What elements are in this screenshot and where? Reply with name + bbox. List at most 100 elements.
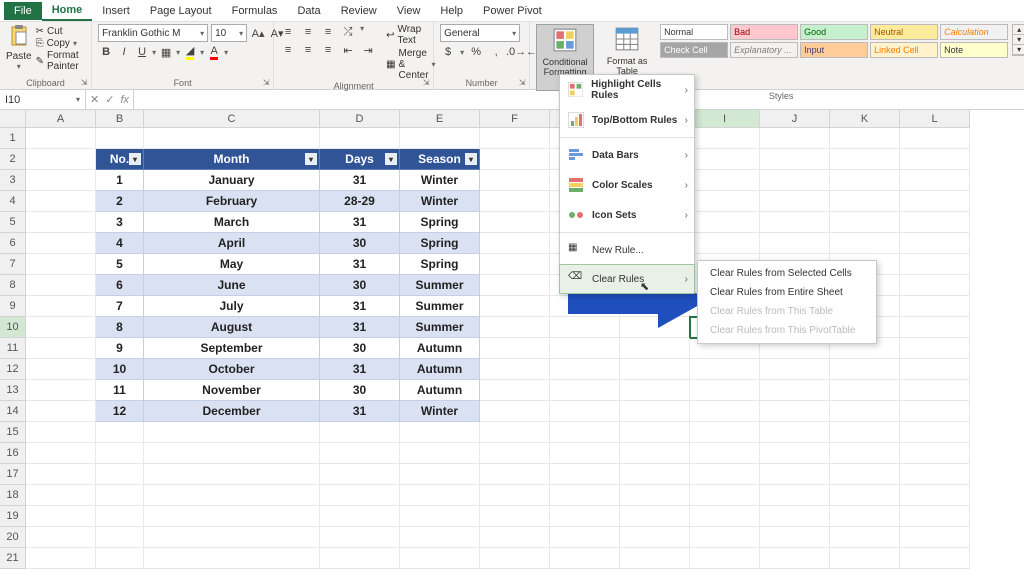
col-header-B[interactable]: B [96, 110, 144, 128]
cell[interactable] [690, 548, 760, 569]
cell[interactable] [96, 422, 144, 443]
row-header-21[interactable]: 21 [0, 548, 26, 569]
cell[interactable]: 6 [96, 275, 144, 296]
cell[interactable]: 31 [320, 170, 400, 191]
cell[interactable]: Autumn [400, 359, 480, 380]
cell[interactable] [620, 380, 690, 401]
cell[interactable] [690, 233, 760, 254]
cell[interactable]: 31 [320, 296, 400, 317]
cell[interactable] [480, 464, 550, 485]
tab-data[interactable]: Data [287, 2, 330, 20]
row-header-13[interactable]: 13 [0, 380, 26, 401]
cell[interactable]: February [144, 191, 320, 212]
cell[interactable] [400, 464, 480, 485]
style-good[interactable]: Good [800, 24, 868, 40]
cell[interactable] [760, 485, 830, 506]
cell[interactable] [690, 212, 760, 233]
row-header-4[interactable]: 4 [0, 191, 26, 212]
name-box[interactable]: I10▾ [0, 90, 86, 109]
row-header-10[interactable]: 10 [0, 317, 26, 338]
cell[interactable] [320, 422, 400, 443]
col-header-I[interactable]: I [690, 110, 760, 128]
cell[interactable]: 28-29 [320, 191, 400, 212]
copy-button[interactable]: ⎘Copy▾ [36, 38, 86, 49]
cell[interactable] [900, 296, 970, 317]
cell[interactable] [480, 191, 550, 212]
cell[interactable] [320, 464, 400, 485]
cell[interactable] [900, 527, 970, 548]
menu-top-bottom-rules[interactable]: Top/Bottom Rules [560, 105, 694, 135]
cell[interactable] [320, 506, 400, 527]
cell[interactable]: 5 [96, 254, 144, 275]
tab-formulas[interactable]: Formulas [222, 2, 288, 20]
cell[interactable] [900, 254, 970, 275]
cell[interactable]: 2 [96, 191, 144, 212]
cell[interactable] [320, 548, 400, 569]
cell[interactable]: 31 [320, 212, 400, 233]
cell[interactable]: December [144, 401, 320, 422]
cell[interactable] [320, 527, 400, 548]
cell[interactable]: 11 [96, 380, 144, 401]
cell[interactable] [26, 359, 96, 380]
underline-button[interactable]: U [134, 44, 150, 60]
bold-button[interactable]: B [98, 44, 114, 60]
cell[interactable] [830, 443, 900, 464]
font-size-select[interactable]: 10▾ [211, 24, 247, 42]
cell[interactable] [550, 401, 620, 422]
cell[interactable] [480, 338, 550, 359]
cell[interactable] [900, 548, 970, 569]
cell[interactable]: 30 [320, 338, 400, 359]
row-header-15[interactable]: 15 [0, 422, 26, 443]
cell[interactable]: 31 [320, 317, 400, 338]
cell[interactable] [26, 380, 96, 401]
cell[interactable] [550, 422, 620, 443]
cell[interactable]: Winter [400, 401, 480, 422]
cell[interactable] [96, 548, 144, 569]
cell[interactable] [830, 380, 900, 401]
cell[interactable] [760, 233, 830, 254]
tab-home[interactable]: Home [42, 1, 93, 21]
cell[interactable]: Spring [400, 254, 480, 275]
cell[interactable]: 30 [320, 275, 400, 296]
cell[interactable] [900, 170, 970, 191]
col-header-E[interactable]: E [400, 110, 480, 128]
cell[interactable]: 30 [320, 380, 400, 401]
cell[interactable] [690, 359, 760, 380]
style-explanatory[interactable]: Explanatory ... [730, 42, 798, 58]
cell[interactable] [26, 233, 96, 254]
cell[interactable] [830, 233, 900, 254]
cell[interactable]: Month▾ [144, 149, 320, 170]
cell[interactable] [26, 170, 96, 191]
cell[interactable] [400, 527, 480, 548]
cell[interactable] [760, 527, 830, 548]
cell[interactable] [400, 422, 480, 443]
cell[interactable] [144, 464, 320, 485]
cell[interactable]: 31 [320, 359, 400, 380]
cell[interactable] [550, 338, 620, 359]
cell[interactable] [760, 548, 830, 569]
style-input[interactable]: Input [800, 42, 868, 58]
align-right-button[interactable]: ≡ [320, 42, 336, 58]
fx-icon[interactable]: fx [120, 94, 129, 106]
style-check-cell[interactable]: Check Cell [660, 42, 728, 58]
cell[interactable] [900, 149, 970, 170]
cell[interactable] [480, 401, 550, 422]
cell[interactable] [320, 443, 400, 464]
cell[interactable] [900, 485, 970, 506]
decrease-indent-button[interactable]: ⇤ [340, 42, 356, 58]
increase-indent-button[interactable]: ⇥ [360, 42, 376, 58]
clear-entire-sheet[interactable]: Clear Rules from Entire Sheet [698, 283, 876, 302]
paste-button[interactable]: Paste ▾ [6, 24, 32, 71]
select-all-corner[interactable] [0, 110, 26, 128]
cell[interactable] [830, 128, 900, 149]
cell[interactable] [400, 548, 480, 569]
italic-button[interactable]: I [116, 44, 132, 60]
cell[interactable]: Spring [400, 212, 480, 233]
cell[interactable]: Autumn [400, 338, 480, 359]
cell[interactable]: September [144, 338, 320, 359]
menu-new-rule[interactable]: ▦ New Rule... [560, 235, 694, 265]
menu-highlight-cells-rules[interactable]: Highlight Cells Rules [560, 75, 694, 105]
align-left-button[interactable]: ≡ [280, 42, 296, 58]
menu-icon-sets[interactable]: Icon Sets [560, 200, 694, 230]
cell[interactable] [400, 443, 480, 464]
